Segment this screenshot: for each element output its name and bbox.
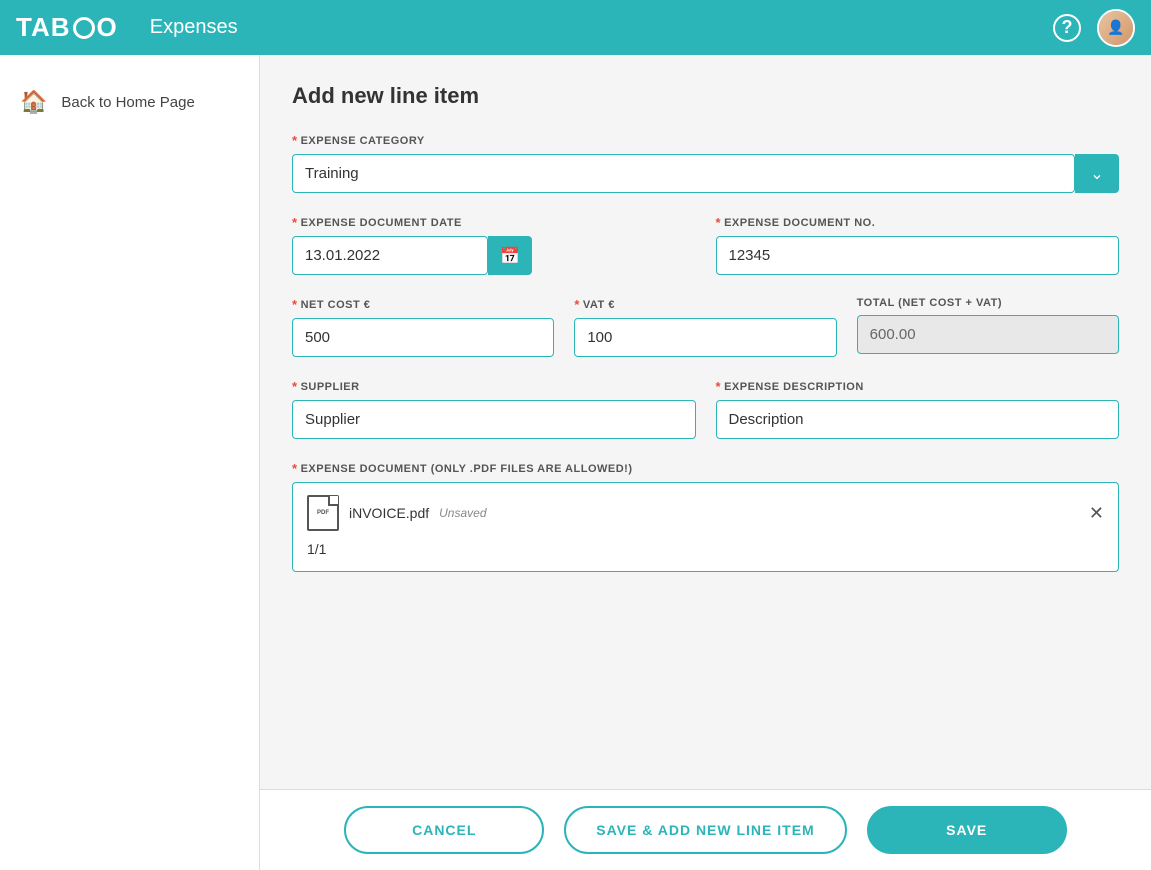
avatar-initials: 👤 — [1099, 11, 1133, 45]
close-file-button[interactable]: ✕ — [1089, 503, 1104, 524]
main-layout: 🏠 Back to Home Page Add new line item * … — [0, 55, 1151, 870]
total-input — [857, 315, 1119, 354]
total-col: TOTAL (NET COST + VAT) — [857, 297, 1119, 379]
upload-file-row: PDF iNVOICE.pdf Unsaved ✕ — [307, 495, 1104, 531]
costs-row: * NET COST € * VAT € — [292, 297, 1119, 379]
total-group: TOTAL (NET COST + VAT) — [857, 297, 1119, 354]
expense-desc-col: * EXPENSE DESCRIPTION — [716, 379, 1120, 461]
footer-buttons: CANCEL SAVE & ADD NEW LINE ITEM SAVE — [260, 789, 1151, 870]
file-name: iNVOICE.pdf — [349, 505, 429, 521]
app-title: Expenses — [150, 16, 238, 39]
help-button[interactable]: ? — [1053, 14, 1081, 42]
net-cost-group: * NET COST € — [292, 297, 554, 357]
date-docno-row: * EXPENSE DOCUMENT DATE 📅 * EXPENSE — [292, 215, 1119, 297]
supplier-group: * SUPPLIER — [292, 379, 696, 439]
total-label: TOTAL (NET COST + VAT) — [857, 297, 1119, 309]
expense-date-input[interactable] — [292, 236, 488, 275]
expense-category-input[interactable] — [292, 154, 1075, 193]
cancel-button[interactable]: CANCEL — [344, 806, 544, 854]
doc-upload-label: * EXPENSE DOCUMENT (ONLY .PDF FILES ARE … — [292, 461, 1119, 476]
upload-area[interactable]: PDF iNVOICE.pdf Unsaved ✕ 1/1 — [292, 482, 1119, 572]
expense-category-label: * EXPENSE CATEGORY — [292, 133, 1119, 148]
avatar[interactable]: 👤 — [1097, 9, 1135, 47]
save-add-button[interactable]: SAVE & ADD NEW LINE ITEM — [564, 806, 846, 854]
vat-input[interactable] — [574, 318, 836, 357]
page-title: Add new line item — [292, 83, 1119, 109]
content-area: Add new line item * EXPENSE CATEGORY ⌄ — [260, 55, 1151, 870]
sidebar: 🏠 Back to Home Page — [0, 55, 260, 870]
app-header: TABO Expenses ? 👤 — [0, 0, 1151, 55]
file-pages: 1/1 — [307, 541, 1104, 557]
net-cost-label: * NET COST € — [292, 297, 554, 312]
net-cost-input[interactable] — [292, 318, 554, 357]
vat-label: * VAT € — [574, 297, 836, 312]
expense-date-label: * EXPENSE DOCUMENT DATE — [292, 215, 696, 230]
home-icon: 🏠 — [20, 89, 47, 115]
expense-desc-label: * EXPENSE DESCRIPTION — [716, 379, 1120, 394]
supplier-label: * SUPPLIER — [292, 379, 696, 394]
header-left: TABO Expenses — [16, 12, 238, 43]
supplier-input[interactable] — [292, 400, 696, 439]
pdf-icon: PDF — [307, 495, 339, 531]
expense-docno-group: * EXPENSE DOCUMENT NO. — [716, 215, 1120, 275]
logo: TABO — [16, 12, 118, 43]
supplier-col: * SUPPLIER — [292, 379, 696, 461]
expense-docno-label: * EXPENSE DOCUMENT NO. — [716, 215, 1120, 230]
expense-category-group: * EXPENSE CATEGORY ⌄ — [292, 133, 1119, 193]
vat-group: * VAT € — [574, 297, 836, 357]
expense-date-col: * EXPENSE DOCUMENT DATE 📅 — [292, 215, 696, 297]
form-area: Add new line item * EXPENSE CATEGORY ⌄ — [260, 55, 1151, 789]
expense-docno-input[interactable] — [716, 236, 1120, 275]
calendar-icon-button[interactable]: 📅 — [488, 236, 532, 275]
net-cost-col: * NET COST € — [292, 297, 554, 379]
sidebar-item-home[interactable]: 🏠 Back to Home Page — [0, 75, 259, 129]
expense-desc-input[interactable] — [716, 400, 1120, 439]
logo-circle-icon — [73, 17, 95, 39]
unsaved-badge: Unsaved — [439, 506, 486, 520]
expense-docno-col: * EXPENSE DOCUMENT NO. — [716, 215, 1120, 297]
doc-upload-group: * EXPENSE DOCUMENT (ONLY .PDF FILES ARE … — [292, 461, 1119, 572]
expense-desc-group: * EXPENSE DESCRIPTION — [716, 379, 1120, 439]
back-to-home-label: Back to Home Page — [61, 94, 194, 111]
supplier-desc-row: * SUPPLIER * EXPENSE DESCRIPTION — [292, 379, 1119, 461]
vat-col: * VAT € — [574, 297, 836, 379]
save-button[interactable]: SAVE — [867, 806, 1067, 854]
header-right: ? 👤 — [1053, 9, 1135, 47]
expense-date-wrapper: 📅 — [292, 236, 532, 275]
upload-file-info: PDF iNVOICE.pdf Unsaved — [307, 495, 487, 531]
expense-date-group: * EXPENSE DOCUMENT DATE 📅 — [292, 215, 696, 275]
expense-category-select-wrapper: ⌄ — [292, 154, 1119, 193]
expense-category-dropdown-btn[interactable]: ⌄ — [1075, 154, 1119, 193]
